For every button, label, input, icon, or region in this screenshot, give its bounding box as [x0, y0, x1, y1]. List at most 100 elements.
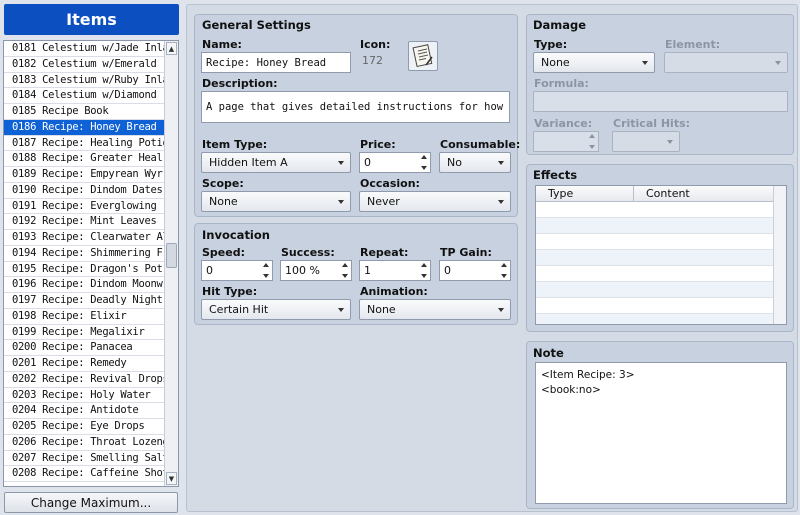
- list-item[interactable]: 0185 Recipe Book: [4, 104, 165, 120]
- animation-select[interactable]: None: [359, 299, 511, 320]
- general-settings-title: General Settings: [202, 18, 311, 32]
- effects-scrollbar[interactable]: [773, 186, 786, 324]
- scroll-down-icon[interactable]: ▼: [166, 472, 177, 485]
- success-label: Success:: [281, 246, 335, 259]
- speed-stepper[interactable]: 0: [201, 260, 273, 281]
- hit-type-select[interactable]: Certain Hit: [201, 299, 351, 320]
- scope-value: None: [209, 195, 238, 208]
- formula-field[interactable]: [533, 91, 788, 112]
- list-item[interactable]: 0203 Recipe: Holy Water: [4, 388, 165, 404]
- list-item[interactable]: 0202 Recipe: Revival Drops: [4, 372, 165, 388]
- price-label: Price:: [360, 138, 396, 151]
- list-item[interactable]: 0182 Celestium w/Emerald ···: [4, 57, 165, 73]
- item-list[interactable]: 0181 Celestium w/Jade Inlay 0182 Celestiu…: [3, 40, 179, 487]
- note-title: Note: [533, 346, 564, 360]
- hit-type-label: Hit Type:: [202, 285, 258, 298]
- stepper-arrows-icon[interactable]: [588, 134, 596, 149]
- effects-column-type[interactable]: Type: [536, 186, 634, 202]
- stepper-arrows-icon[interactable]: [420, 155, 428, 170]
- item-type-value: Hidden Item A: [209, 156, 288, 169]
- occasion-select[interactable]: Never: [359, 191, 511, 212]
- invocation-title: Invocation: [202, 228, 270, 242]
- table-row[interactable]: [536, 314, 774, 324]
- effects-panel: Effects Type Content: [526, 164, 794, 332]
- list-item[interactable]: 0195 Recipe: Dragon's Pot···: [4, 262, 165, 278]
- list-item[interactable]: 0201 Recipe: Remedy: [4, 356, 165, 372]
- scope-select[interactable]: None: [201, 191, 351, 212]
- items-title: Items: [66, 10, 117, 29]
- icon-picker[interactable]: [408, 41, 438, 71]
- item-editor: General Settings Name: Recipe: Honey Bre…: [186, 4, 798, 512]
- stepper-arrows-icon[interactable]: [500, 263, 508, 278]
- chevron-down-icon: [498, 200, 504, 204]
- list-item[interactable]: 0188 Recipe: Greater Heal···: [4, 151, 165, 167]
- list-item[interactable]: 0187 Recipe: Healing Potion: [4, 136, 165, 152]
- name-field[interactable]: Recipe: Honey Bread: [201, 52, 351, 73]
- damage-type-select[interactable]: None: [533, 52, 655, 73]
- list-item[interactable]: 0184 Celestium w/Diamond ···: [4, 88, 165, 104]
- variance-stepper[interactable]: [533, 131, 599, 152]
- list-item[interactable]: 0205 Recipe: Eye Drops: [4, 419, 165, 435]
- chevron-down-icon: [338, 161, 344, 165]
- list-item[interactable]: 0198 Recipe: Elixir: [4, 309, 165, 325]
- description-field[interactable]: A page that gives detailed instructions …: [201, 91, 510, 123]
- scroll-thumb[interactable]: [166, 243, 177, 268]
- list-item[interactable]: 0196 Recipe: Dindom Moonw···: [4, 277, 165, 293]
- list-item[interactable]: 0206 Recipe: Throat Lozenge: [4, 435, 165, 451]
- icon-label: Icon:: [360, 38, 391, 51]
- stepper-arrows-icon[interactable]: [420, 263, 428, 278]
- table-row[interactable]: [536, 202, 774, 218]
- list-item[interactable]: 0208 Recipe: Caffeine Shot: [4, 466, 165, 482]
- chevron-down-icon: [667, 140, 673, 144]
- table-row[interactable]: [536, 234, 774, 250]
- table-row[interactable]: [536, 218, 774, 234]
- tp-gain-stepper[interactable]: 0: [439, 260, 511, 281]
- item-list-scrollbar[interactable]: ▲ ▼: [164, 41, 178, 486]
- scroll-up-icon[interactable]: ▲: [166, 42, 177, 55]
- table-row[interactable]: [536, 298, 774, 314]
- note-textarea[interactable]: <Item Recipe: 3> <book:no>: [535, 362, 787, 504]
- item-type-select[interactable]: Hidden Item A: [201, 152, 351, 173]
- table-row[interactable]: [536, 266, 774, 282]
- repeat-label: Repeat:: [360, 246, 409, 259]
- table-row[interactable]: [536, 282, 774, 298]
- list-item[interactable]: 0189 Recipe: Empyrean Wyr···: [4, 167, 165, 183]
- items-header: Items: [4, 4, 179, 35]
- list-item[interactable]: 0194 Recipe: Shimmering F···: [4, 246, 165, 262]
- list-item[interactable]: 0207 Recipe: Smelling Salts: [4, 451, 165, 467]
- chevron-down-icon: [498, 308, 504, 312]
- effects-column-content[interactable]: Content: [634, 186, 775, 202]
- price-stepper[interactable]: 0: [359, 152, 431, 173]
- critical-hits-select[interactable]: [612, 131, 680, 152]
- list-item[interactable]: 0181 Celestium w/Jade Inlay: [4, 41, 165, 57]
- note-panel: Note <Item Recipe: 3> <book:no>: [526, 341, 794, 509]
- list-item[interactable]: 0186 Recipe: Honey Bread: [4, 119, 165, 136]
- speed-value: 0: [206, 264, 213, 277]
- list-item[interactable]: 0204 Recipe: Antidote: [4, 403, 165, 419]
- list-item[interactable]: 0199 Recipe: Megalixir: [4, 325, 165, 341]
- stepper-arrows-icon[interactable]: [262, 263, 270, 278]
- list-item[interactable]: 0200 Recipe: Panacea: [4, 340, 165, 356]
- description-label: Description:: [202, 77, 278, 90]
- icon-index: 172: [362, 54, 383, 67]
- stepper-arrows-icon[interactable]: [341, 263, 349, 278]
- table-row[interactable]: [536, 250, 774, 266]
- list-item[interactable]: 0197 Recipe: Deadly Night···: [4, 293, 165, 309]
- effects-table[interactable]: Type Content: [535, 185, 787, 325]
- animation-value: None: [367, 303, 396, 316]
- list-item[interactable]: 0190 Recipe: Dindom Dates: [4, 183, 165, 199]
- list-item[interactable]: 0191 Recipe: Everglowing ···: [4, 199, 165, 215]
- success-stepper[interactable]: 100 %: [280, 260, 352, 281]
- list-item[interactable]: 0193 Recipe: Clearwater Ale: [4, 230, 165, 246]
- change-maximum-button[interactable]: Change Maximum...: [4, 492, 178, 513]
- list-item[interactable]: 0183 Celestium w/Ruby Inlay: [4, 73, 165, 89]
- item-type-label: Item Type:: [202, 138, 268, 151]
- element-select[interactable]: [664, 52, 788, 73]
- consumable-value: No: [447, 156, 462, 169]
- success-value: 100 %: [285, 264, 320, 277]
- damage-panel: Damage Type: None Element: Formula: Vari…: [526, 14, 794, 155]
- consumable-select[interactable]: No: [439, 152, 511, 173]
- list-item[interactable]: 0192 Recipe: Mint Leaves: [4, 214, 165, 230]
- repeat-stepper[interactable]: 1: [359, 260, 431, 281]
- name-label: Name:: [202, 38, 242, 51]
